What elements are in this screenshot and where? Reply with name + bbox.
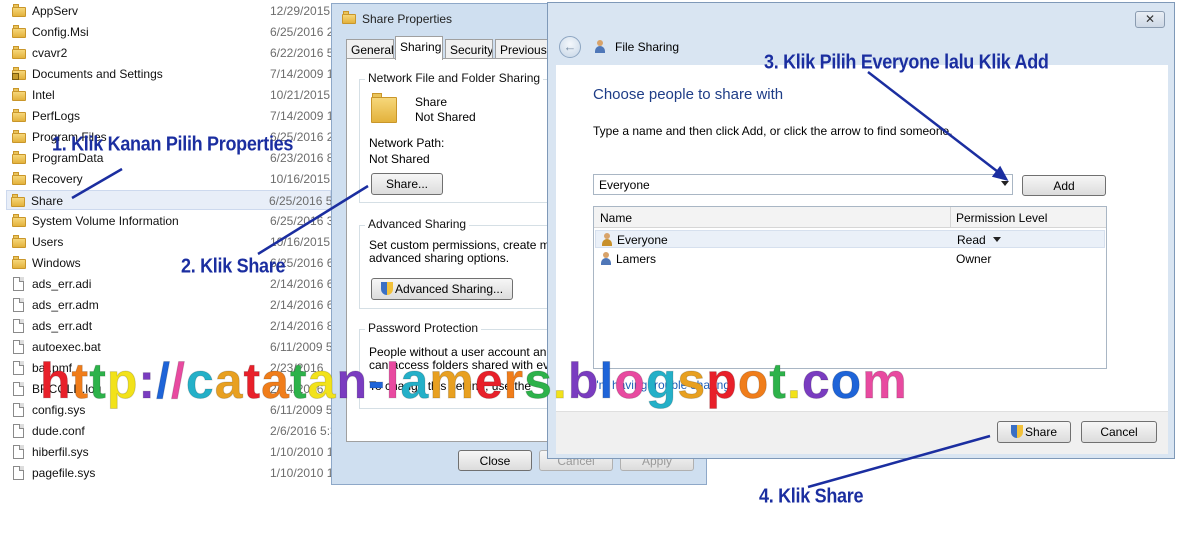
annotation-step4: 4. Klik Share [759, 484, 864, 507]
arrow-step2 [257, 184, 369, 256]
tab-sharing[interactable]: Sharing [395, 36, 443, 60]
annotation-step3: 3. Klik Pilih Everyone lalu Klik Add [764, 50, 1049, 73]
arrow-step4 [807, 434, 991, 489]
arrow-step3 [867, 71, 1003, 176]
annotation-arrows [71, 71, 1009, 489]
blog-watermark: http://catatan-lamers.blogspot.com [40, 353, 908, 410]
annotation-step2: 2. Klik Share [181, 254, 286, 277]
annotation-step1: 1. Klik Kanan Pilih Properties [52, 132, 294, 155]
arrow-step1 [71, 167, 123, 200]
